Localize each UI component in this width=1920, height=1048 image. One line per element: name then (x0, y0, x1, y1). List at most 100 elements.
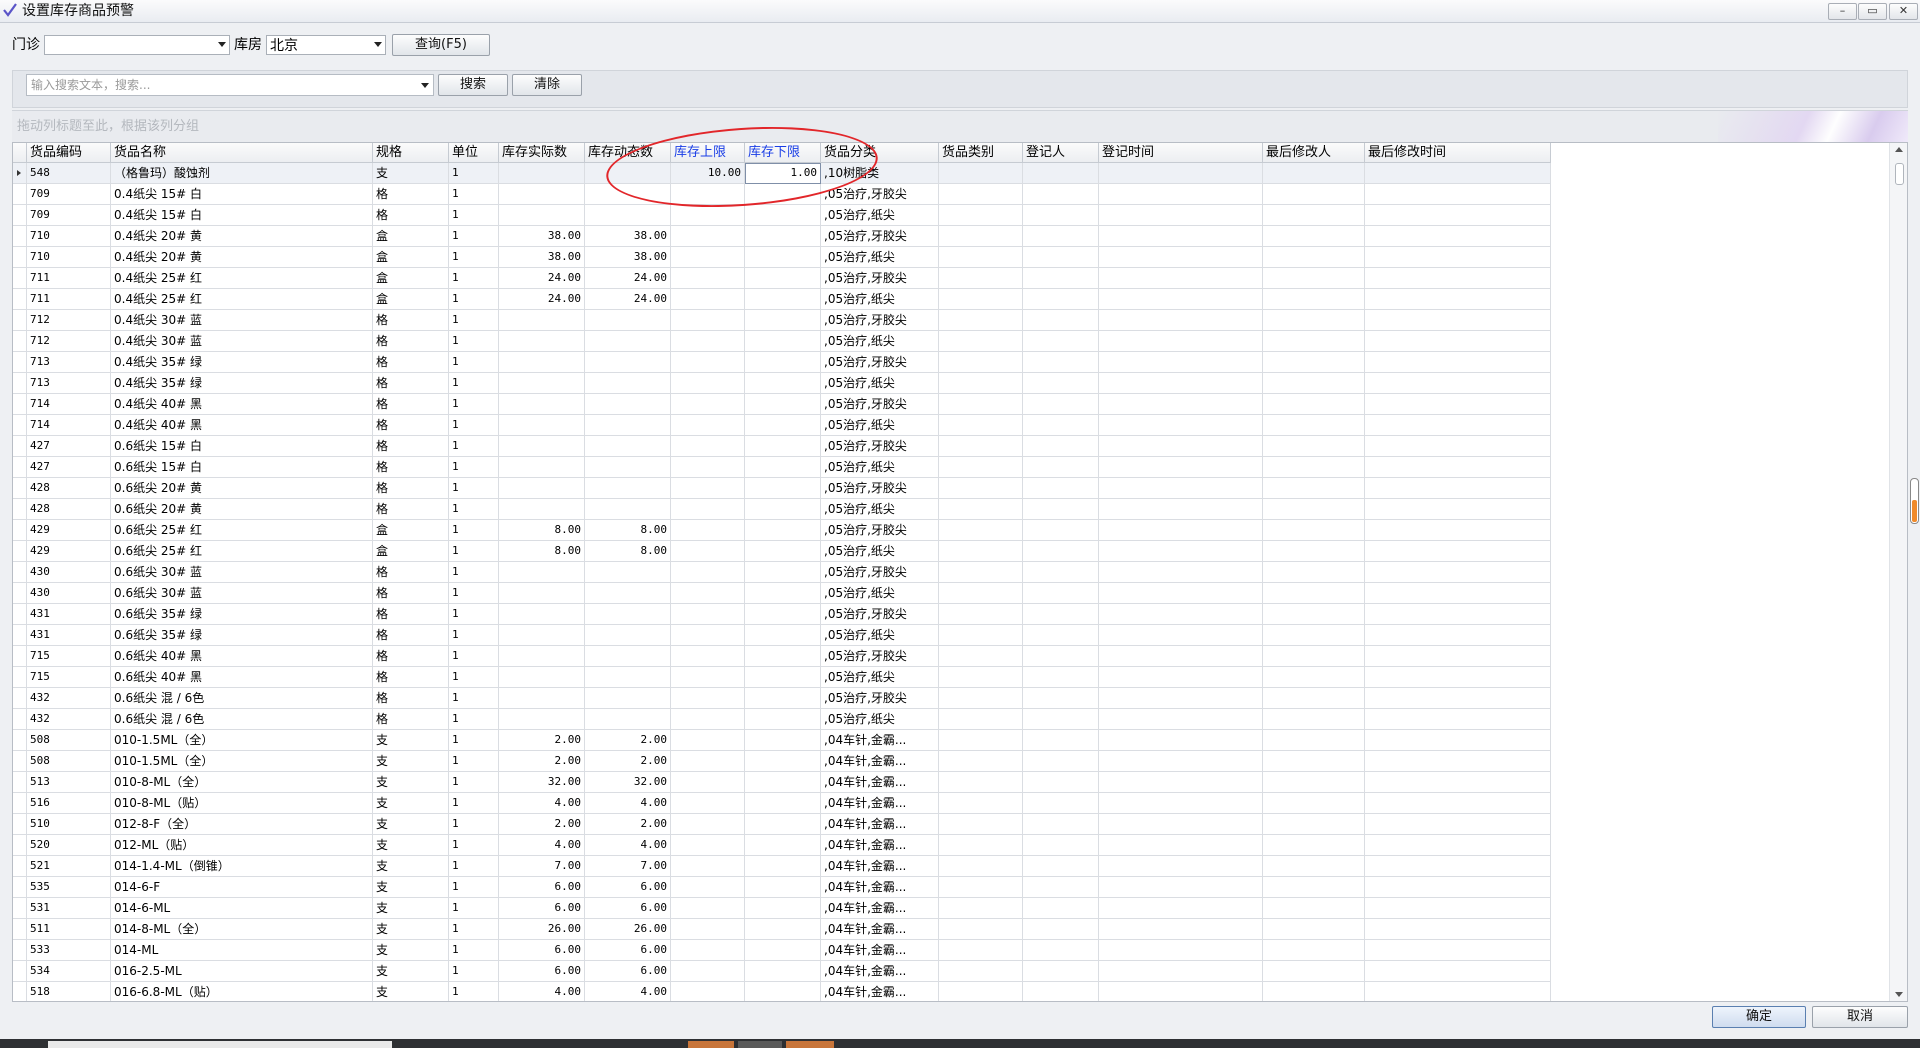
row-indicator[interactable] (13, 709, 27, 730)
minimize-button[interactable]: – (1828, 3, 1857, 20)
table-row[interactable]: 548 （格鲁玛）酸蚀剂支 1 10.00 1.00,10树脂类 (13, 163, 1551, 184)
cell-reg-time[interactable] (1099, 436, 1263, 457)
cell-upper-limit[interactable] (671, 709, 745, 730)
row-indicator[interactable] (13, 604, 27, 625)
cell-lower-limit[interactable] (745, 541, 821, 562)
cell-type[interactable] (939, 268, 1023, 289)
cell-code[interactable]: 431 (27, 604, 111, 625)
cell-mod-time[interactable] (1365, 373, 1551, 394)
cell-registrant[interactable] (1023, 562, 1099, 583)
cell-registrant[interactable] (1023, 205, 1099, 226)
cell-type[interactable] (939, 331, 1023, 352)
cell-type[interactable] (939, 940, 1023, 961)
row-indicator[interactable] (13, 226, 27, 247)
cell-actual-qty[interactable] (499, 667, 585, 688)
cell-name[interactable]: 0.6纸尖 30# 蓝 (111, 562, 373, 583)
cell-actual-qty[interactable]: 8.00 (499, 541, 585, 562)
cell-modifier[interactable] (1263, 919, 1365, 940)
cell-spec[interactable]: 格 (373, 310, 449, 331)
cell-dynamic-qty[interactable]: 4.00 (585, 835, 671, 856)
row-indicator[interactable] (13, 856, 27, 877)
cell-actual-qty[interactable] (499, 478, 585, 499)
cell-code[interactable]: 710 (27, 226, 111, 247)
cell-mod-time[interactable] (1365, 520, 1551, 541)
cell-code[interactable]: 429 (27, 541, 111, 562)
cell-unit[interactable]: 1 (449, 268, 499, 289)
cell-mod-time[interactable] (1365, 184, 1551, 205)
table-row[interactable]: 432 0.6纸尖 混 / 6色格 1 ,05治疗,纸尖 (13, 709, 1551, 730)
cell-modifier[interactable] (1263, 247, 1365, 268)
cell-name[interactable]: 010-8-ML（贴） (111, 793, 373, 814)
row-indicator[interactable] (13, 667, 27, 688)
cell-mod-time[interactable] (1365, 352, 1551, 373)
cell-mod-time[interactable] (1365, 331, 1551, 352)
cell-name[interactable]: （格鲁玛）酸蚀剂 (111, 163, 373, 184)
cell-lower-limit[interactable] (745, 562, 821, 583)
taskbar-item[interactable] (738, 1041, 782, 1048)
table-row[interactable]: 430 0.6纸尖 30# 蓝格 1 ,05治疗,纸尖 (13, 583, 1551, 604)
cell-unit[interactable]: 1 (449, 310, 499, 331)
cell-category[interactable]: ,05治疗,纸尖 (821, 625, 939, 646)
table-row[interactable]: 712 0.4纸尖 30# 蓝格 1 ,05治疗,纸尖 (13, 331, 1551, 352)
row-indicator[interactable] (13, 394, 27, 415)
cell-lower-limit[interactable]: 1.00 (745, 163, 821, 184)
cell-mod-time[interactable] (1365, 688, 1551, 709)
cell-unit[interactable]: 1 (449, 814, 499, 835)
scroll-up-icon[interactable] (1895, 147, 1903, 152)
row-indicator[interactable] (13, 457, 27, 478)
cell-spec[interactable]: 格 (373, 646, 449, 667)
cell-reg-time[interactable] (1099, 751, 1263, 772)
cell-category[interactable]: ,05治疗,牙胶尖 (821, 646, 939, 667)
row-indicator[interactable] (13, 688, 27, 709)
cell-upper-limit[interactable]: 10.00 (671, 163, 745, 184)
cell-category[interactable]: ,05治疗,纸尖 (821, 373, 939, 394)
cell-registrant[interactable] (1023, 415, 1099, 436)
cell-mod-time[interactable] (1365, 478, 1551, 499)
cell-lower-limit[interactable] (745, 940, 821, 961)
cell-reg-time[interactable] (1099, 919, 1263, 940)
cell-spec[interactable]: 格 (373, 688, 449, 709)
cell-type[interactable] (939, 793, 1023, 814)
row-indicator[interactable] (13, 919, 27, 940)
cell-dynamic-qty[interactable] (585, 604, 671, 625)
cell-registrant[interactable] (1023, 184, 1099, 205)
cell-reg-time[interactable] (1099, 940, 1263, 961)
cell-reg-time[interactable] (1099, 310, 1263, 331)
cell-category[interactable]: ,05治疗,牙胶尖 (821, 688, 939, 709)
cell-name[interactable]: 0.6纸尖 15# 白 (111, 457, 373, 478)
cell-type[interactable] (939, 583, 1023, 604)
cell-modifier[interactable] (1263, 415, 1365, 436)
row-indicator[interactable] (13, 268, 27, 289)
cell-mod-time[interactable] (1365, 793, 1551, 814)
table-row[interactable]: 508 010-1.5ML（全）支 1 2.00 2.00,04车针,金霸... (13, 730, 1551, 751)
cell-spec[interactable]: 格 (373, 625, 449, 646)
cell-unit[interactable]: 1 (449, 247, 499, 268)
cell-code[interactable]: 711 (27, 289, 111, 310)
cell-category[interactable]: ,05治疗,牙胶尖 (821, 436, 939, 457)
ok-button[interactable]: 确定 (1712, 1006, 1806, 1028)
cell-code[interactable]: 518 (27, 982, 111, 1001)
cell-dynamic-qty[interactable] (585, 667, 671, 688)
cell-name[interactable]: 0.4纸尖 25# 红 (111, 268, 373, 289)
cell-dynamic-qty[interactable] (585, 331, 671, 352)
cell-modifier[interactable] (1263, 856, 1365, 877)
cell-unit[interactable]: 1 (449, 436, 499, 457)
cell-category[interactable]: ,05治疗,牙胶尖 (821, 352, 939, 373)
cell-mod-time[interactable] (1365, 730, 1551, 751)
cell-reg-time[interactable] (1099, 394, 1263, 415)
cell-registrant[interactable] (1023, 919, 1099, 940)
cell-reg-time[interactable] (1099, 163, 1263, 184)
vertical-scrollbar[interactable] (1889, 143, 1907, 1001)
cell-type[interactable] (939, 835, 1023, 856)
column-header-registrant[interactable]: 登记人 (1023, 143, 1099, 162)
row-indicator[interactable] (13, 898, 27, 919)
cell-type[interactable] (939, 814, 1023, 835)
table-row[interactable]: 518 016-6.8-ML（贴）支 1 4.00 4.00,04车针,金霸... (13, 982, 1551, 1001)
cell-category[interactable]: ,05治疗,纸尖 (821, 331, 939, 352)
cell-lower-limit[interactable] (745, 772, 821, 793)
cell-reg-time[interactable] (1099, 772, 1263, 793)
cell-registrant[interactable] (1023, 331, 1099, 352)
cell-actual-qty[interactable] (499, 688, 585, 709)
cell-type[interactable] (939, 562, 1023, 583)
cell-registrant[interactable] (1023, 268, 1099, 289)
